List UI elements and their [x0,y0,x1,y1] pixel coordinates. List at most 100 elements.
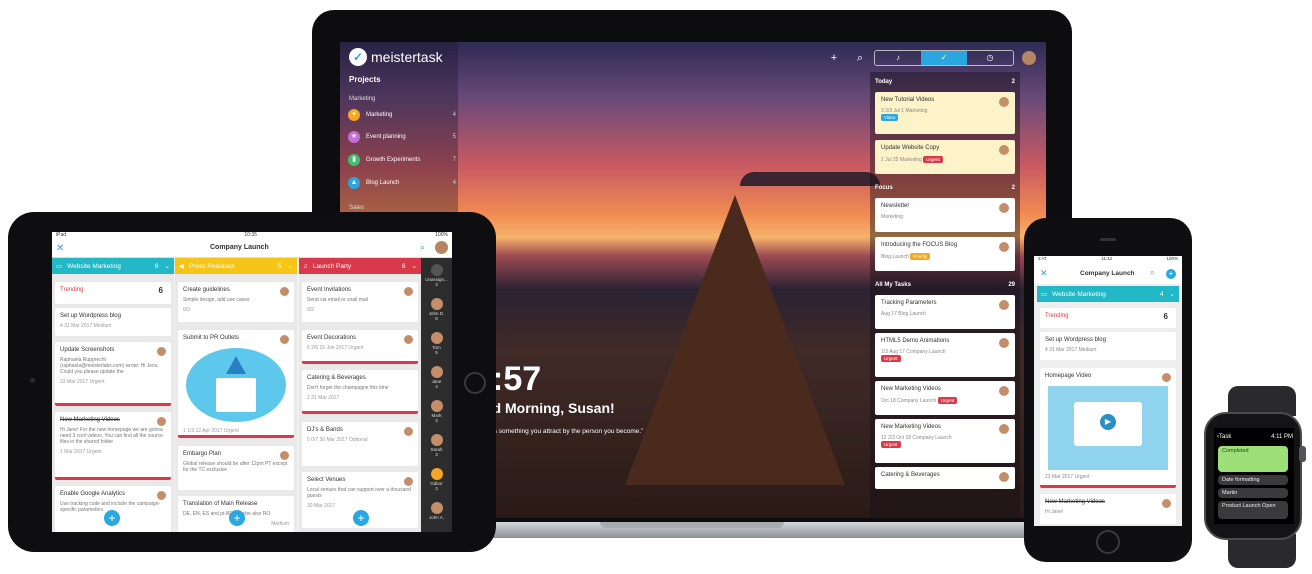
brand-logo[interactable]: meistertask [371,49,443,65]
member[interactable]: John D. 8 [424,298,449,321]
task-card[interactable]: Embargo Plan Global release should be af… [178,446,294,490]
add-task-button[interactable]: + [104,510,120,526]
member[interactable]: Tom 5 [424,332,449,355]
bell-icon[interactable]: ♪ [875,51,921,65]
chart-icon: ▮ [348,154,360,166]
group-focus[interactable]: Focus 2 [875,185,1015,191]
trending-card[interactable]: Trending 6 [55,282,171,304]
task-card[interactable]: Catering & Beverages Don't forget the ch… [302,370,418,414]
member[interactable]: Sarah 3 [424,434,449,457]
card-title: New Marketing Videos [1045,499,1105,505]
watch-crown[interactable] [1299,446,1306,462]
task-card[interactable]: HTML5 Demo Animations 1/3 Aug 17 Company… [875,333,1015,377]
task-card[interactable]: New Marketing Videos Hi Jane! For the ne… [55,412,171,480]
task-card[interactable]: Create guidelines Simple design, add use… [178,282,294,322]
chevron-down-icon[interactable]: ⌄ [412,262,417,270]
task-meta: Oct 18 Company Launch [881,398,937,404]
avatar [999,97,1009,107]
add-icon[interactable]: + [1166,269,1176,279]
task-card[interactable]: Event Invitations Send via email or snai… [302,282,418,322]
task-card[interactable]: New Marketing Videos Hi Jane! [1040,494,1176,524]
phone-home-button[interactable] [1096,530,1120,554]
card-title: Set up Wordpress blog [1045,337,1106,343]
close-icon[interactable]: ✕ [56,243,64,254]
back-button[interactable]: ‹Task [1217,434,1231,440]
task-card[interactable]: New Marketing Videos Oct 18 Company Laun… [875,381,1015,415]
section-sales: Sales [349,205,365,211]
column-header[interactable]: ▭ Website Marketing 6 ⌄ [52,258,174,274]
add-task-button[interactable]: + [353,510,369,526]
task-card[interactable]: Event Decorations 6 2/6 16 Jun 2017 Urge… [302,330,418,364]
sidebar-item-event-planning[interactable]: ★ Event planning 5 [348,128,456,146]
group-label: Focus [875,185,893,191]
avatar[interactable] [1022,51,1036,65]
add-icon[interactable]: + [828,52,840,64]
member[interactable]: Unassign... 3 [424,264,449,287]
search-icon[interactable]: ⌕ [1150,268,1154,278]
member[interactable]: Gábor 3 [424,468,449,491]
avatar [999,338,1009,348]
group-today[interactable]: Today 2 [875,79,1015,85]
clock-icon[interactable]: ◷ [967,51,1013,65]
card-title: Embargo Plan [183,451,222,457]
sidebar-item-count: 7 [452,157,456,163]
chevron-down-icon[interactable]: ⌄ [1170,290,1175,298]
card-title: Homepage Video [1045,373,1092,379]
search-icon[interactable]: ⌕ [854,52,866,64]
sidebar-item-marketing[interactable]: ✦ Marketing 4 [348,106,456,124]
group-my-tasks[interactable]: All My Tasks 29 [875,282,1015,288]
member[interactable]: John A. [424,502,449,520]
task-card[interactable]: Homepage Video ▶ 23 Mar 2017 Urgent [1040,368,1176,488]
task-card[interactable]: Tracking Parameters Aug 17 Blog Launch [875,295,1015,329]
task-card[interactable]: Catering & Beverages [875,467,1015,489]
task-card[interactable]: DJ's & Bands 5 0/7 30 Mar 2017 Optional [302,422,418,466]
group-count: 2 [1011,185,1015,191]
card-desc: Raphaela Rupprecht (raphaela@meisterlabs… [60,357,159,375]
members-sidebar: Unassign... 3 John D. 8 Tom 5 Jane 4 Mark 3 S… [421,258,452,532]
task-tag: Video [881,114,899,121]
task-card[interactable]: Update Website Copy 1 Jul 25 Marketing U… [875,140,1015,174]
task-card[interactable]: Set up Wordpress blog 4 31 Mar 2017 Medi… [55,308,171,336]
project-title[interactable]: Company Launch [210,244,269,251]
task-card[interactable]: Newsletter Marketing [875,198,1015,232]
column-header[interactable]: ▭ Website Marketing 4 ⌄ [1037,286,1179,302]
column-header[interactable]: ◀ Press Releases 5 ⌄ [175,258,297,274]
chevron-down-icon[interactable]: ⌄ [288,262,293,270]
column-website-marketing: ▭ Website Marketing 6 ⌄ Trending 6 Set u… [52,258,174,532]
tasks-check-icon[interactable]: ✓ [921,51,967,65]
watch-item[interactable]: Martin [1218,488,1288,498]
column-press-releases: ◀ Press Releases 5 ⌄ Create guidelines S… [175,258,297,532]
chevron-down-icon[interactable]: ⌄ [165,262,170,270]
column-count: 4 [1159,290,1164,298]
view-switcher: ♪ ✓ ◷ [874,50,1014,66]
member-count: 5 [435,350,438,355]
task-title: Introducing the FOCUS Blog [881,242,958,248]
add-task-button[interactable]: + [229,510,245,526]
sidebar-item-growth[interactable]: ▮ Growth Experiments 7 [348,151,456,169]
card-meta: 2 31 Mar 2017 [307,395,340,401]
avatar[interactable] [435,241,448,254]
watch-item[interactable]: Date formatting [1218,475,1288,485]
sidebar-item-blog-launch[interactable]: ▲ Blog Launch 4 [348,174,456,192]
avatar [280,451,289,460]
task-title: Tracking Parameters [881,300,937,306]
tablet-home-button[interactable] [464,372,486,394]
column-header[interactable]: ♫ Launch Party 6 ⌄ [299,258,421,274]
watch-item[interactable]: Product Launch Open [1218,501,1288,519]
member[interactable]: Jane 4 [424,366,449,389]
project-title[interactable]: Company Launch [1080,270,1135,277]
status-time: 10:35 [244,232,257,238]
trending-card[interactable]: Trending 6 [1040,308,1176,328]
card-title: Set up Wordpress blog [60,313,121,319]
task-card[interactable]: Set up Wordpress blog 4 31 Mar 2017 Medi… [1040,332,1176,360]
task-card[interactable]: New Marketing Videos 12 2/3 Oct 18 Compa… [875,419,1015,463]
task-card[interactable]: Update Screenshots Raphaela Rupprecht (r… [55,342,171,406]
task-card[interactable]: Submit to PR Outlets 1 1/3 12 Apr 2017 U… [178,330,294,438]
task-card[interactable]: Introducing the FOCUS Blog Blog Launch P… [875,237,1015,271]
close-icon[interactable]: ✕ [1040,268,1048,279]
task-card[interactable]: New Tutorial Videos 3 3/3 Jul 1 Marketin… [875,92,1015,134]
watch-item[interactable]: Completed [1218,446,1288,472]
search-icon[interactable]: ⌕ [420,242,425,253]
member[interactable]: Mark 3 [424,400,449,423]
play-icon[interactable]: ▶ [1100,414,1116,430]
